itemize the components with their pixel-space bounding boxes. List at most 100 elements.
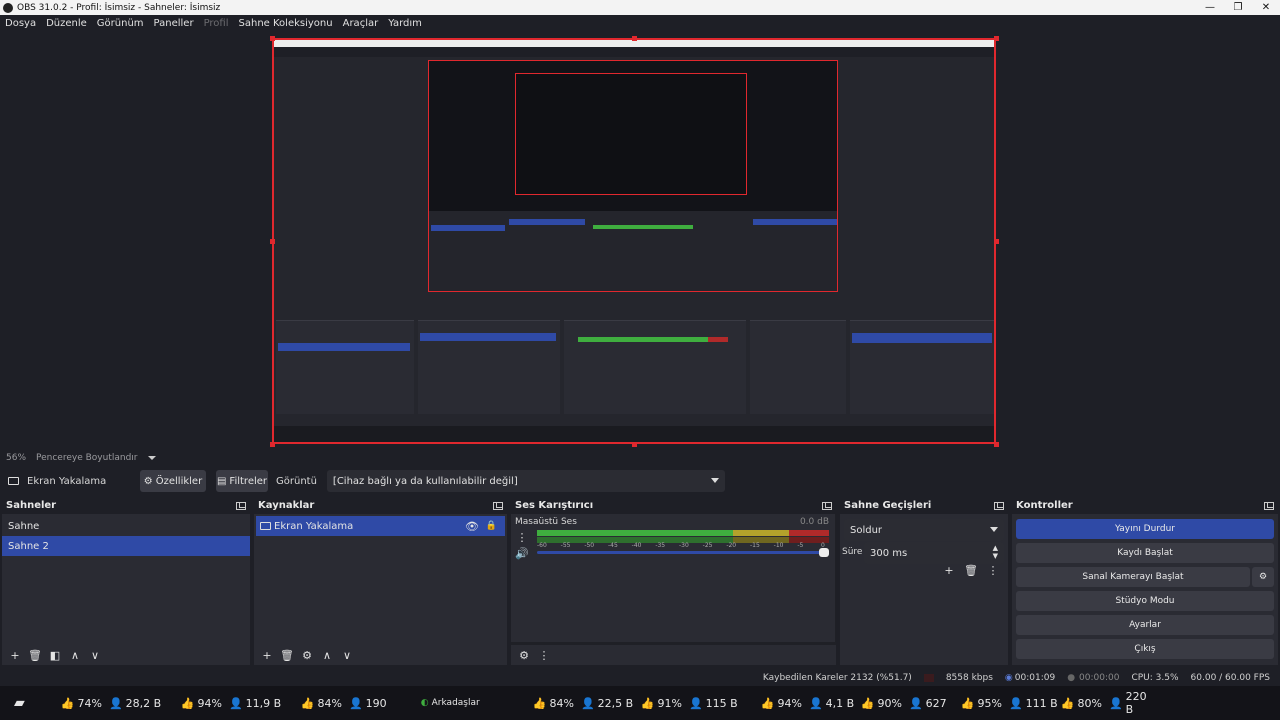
scene-item[interactable]: Sahne <box>2 516 250 536</box>
arrow-up-icon[interactable]: ∧ <box>320 648 334 662</box>
settings-button[interactable]: Ayarlar <box>1016 615 1274 635</box>
resize-handle-b[interactable] <box>632 442 637 447</box>
kebab-menu-icon[interactable]: ⋮ <box>515 530 529 544</box>
nested-sources-panel <box>418 320 560 414</box>
meter-tick-label: -20 <box>726 542 737 549</box>
cpu-usage: CPU: 3.5% <box>1131 672 1179 683</box>
undock-icon[interactable] <box>1264 501 1274 510</box>
taskbar-friends-label: Arkadaşlar <box>431 698 480 708</box>
eye-icon[interactable]: 👁 <box>465 520 479 533</box>
taskbar-item[interactable]: 👍 95% 👤 111 B <box>961 697 1061 710</box>
start-virtual-camera-button[interactable]: Sanal Kamerayı Başlat <box>1016 567 1250 587</box>
lock-icon[interactable]: 🔒 <box>486 521 497 531</box>
menu-edit[interactable]: Düzenle <box>41 18 92 29</box>
gear-icon[interactable]: ⚙ <box>517 648 531 662</box>
resize-handle-t[interactable] <box>632 36 637 41</box>
undock-icon[interactable] <box>493 501 503 510</box>
thumbs-up-icon: 👍 <box>860 696 875 710</box>
trash-icon[interactable]: 🗑 <box>964 563 978 577</box>
users-icon: 👤 <box>108 696 123 710</box>
gear-icon[interactable]: ⚙ <box>300 648 314 662</box>
taskbar-item[interactable]: 👍 74% 👤 28,2 B <box>61 697 181 710</box>
taskbar-users: 115 B <box>705 696 738 710</box>
display-select[interactable]: [Cihaz bağlı ya da kullanılabilir değil] <box>326 470 725 492</box>
scene-filter-icon[interactable]: ◧ <box>48 648 62 662</box>
users-icon: 👤 <box>1008 696 1023 710</box>
add-icon[interactable]: + <box>260 648 274 662</box>
minimize-button[interactable]: — <box>1196 2 1224 13</box>
menu-scene-collection[interactable]: Sahne Koleksiyonu <box>234 18 338 29</box>
taskbar-item[interactable]: 👍 94% 👤 11,9 B <box>181 697 301 710</box>
spin-arrows-icon[interactable]: ▲ ▼ <box>993 544 998 560</box>
nested-taskbar <box>274 426 994 442</box>
add-icon[interactable]: + <box>942 563 956 577</box>
menu-profile[interactable]: Profil <box>199 18 234 29</box>
resize-handle-br[interactable] <box>994 442 999 447</box>
taskbar-item[interactable]: 👍 94% 👤 4,1 B <box>761 697 861 710</box>
arrow-up-icon[interactable]: ∧ <box>68 648 82 662</box>
properties-button[interactable]: ⚙ Özellikler <box>140 470 206 492</box>
transition-select[interactable]: Soldur <box>844 519 1004 541</box>
resize-handle-l[interactable] <box>270 239 275 244</box>
taskbar-item[interactable]: 👍 84% 👤 190 <box>301 697 421 710</box>
close-button[interactable]: ✕ <box>1252 2 1280 13</box>
meter-tick-label: -15 <box>750 542 760 549</box>
trash-icon[interactable]: 🗑 <box>280 648 294 662</box>
taskbar-item[interactable]: 👍 80% 👤 220 B <box>1061 690 1151 716</box>
start-recording-button[interactable]: Kaydı Başlat <box>1016 543 1274 563</box>
kebab-menu-icon[interactable]: ⋮ <box>537 648 551 662</box>
zoom-mode[interactable]: Pencereye Boyutlandır <box>36 453 137 463</box>
speaker-icon[interactable]: 🔊 <box>515 546 529 560</box>
menu-help[interactable]: Yardım <box>383 18 427 29</box>
duration-spinbox[interactable]: 300 ms ▲ ▼ <box>864 542 1004 564</box>
meter-tick-label: -30 <box>679 542 689 549</box>
undock-icon[interactable] <box>236 501 246 510</box>
chevron-down-icon[interactable] <box>147 455 156 460</box>
virtual-camera-settings-button[interactable]: ⚙ <box>1252 567 1274 587</box>
scene-item-selected[interactable]: Sahne 2 <box>2 536 250 556</box>
stop-stream-button[interactable]: Yayını Durdur <box>1016 519 1274 539</box>
scenes-title: Sahneler <box>6 500 57 511</box>
thumbs-up-icon: 👍 <box>760 696 775 710</box>
resize-handle-r[interactable] <box>994 239 999 244</box>
undock-icon[interactable] <box>822 501 832 510</box>
arrow-down-icon[interactable]: ∨ <box>88 648 102 662</box>
record-icon: ● <box>1067 672 1076 683</box>
undock-icon[interactable] <box>994 501 1004 510</box>
arrow-down-icon[interactable]: ∨ <box>340 648 354 662</box>
nested-scene-selected <box>278 343 410 351</box>
filter-icon: ▤ <box>216 475 227 487</box>
start-logo-icon[interactable]: ▰ <box>14 695 25 711</box>
nested-mixer-panel <box>564 320 746 414</box>
maximize-button[interactable]: ❐ <box>1224 2 1252 13</box>
volume-slider[interactable] <box>537 548 829 557</box>
resize-handle-tr[interactable] <box>994 36 999 41</box>
menu-file[interactable]: Dosya <box>0 18 41 29</box>
transition-select-value: Soldur <box>850 524 883 536</box>
nested-preview-inner <box>515 73 747 195</box>
channel-name: Masaüstü Ses <box>515 517 577 527</box>
taskbar-item[interactable]: 👍 84% 👤 22,5 B <box>533 697 641 710</box>
taskbar-item[interactable]: 👍 91% 👤 115 B <box>641 697 761 710</box>
menu-tools[interactable]: Araçlar <box>338 18 384 29</box>
taskbar-item[interactable]: 👍 90% 👤 627 <box>861 697 961 710</box>
studio-mode-button[interactable]: Stüdyo Modu <box>1016 591 1274 611</box>
add-icon[interactable]: + <box>8 648 22 662</box>
taskbar-friends[interactable]: ◐ Arkadaşlar <box>421 698 533 708</box>
taskbar-users: 4,1 B <box>825 696 855 710</box>
kebab-menu-icon[interactable]: ⋮ <box>986 563 1000 577</box>
menu-docks[interactable]: Paneller <box>149 18 199 29</box>
preview-canvas[interactable] <box>272 38 996 444</box>
thumbs-up-icon: 👍 <box>1060 696 1075 710</box>
exit-button[interactable]: Çıkış <box>1016 639 1274 659</box>
source-item[interactable]: Ekran Yakalama 👁 🔒 <box>256 516 505 536</box>
meter-tick-label: -35 <box>655 542 666 549</box>
resize-handle-tl[interactable] <box>270 36 275 41</box>
trash-icon[interactable]: 🗑 <box>28 648 42 662</box>
resize-handle-bl[interactable] <box>270 442 275 447</box>
menu-view[interactable]: Görünüm <box>92 18 149 29</box>
volume-slider-thumb[interactable] <box>819 548 829 557</box>
filters-button[interactable]: ▤ Filtreler <box>216 470 268 492</box>
nested-preview <box>428 60 838 292</box>
record-time: 00:00:00 <box>1079 672 1120 683</box>
